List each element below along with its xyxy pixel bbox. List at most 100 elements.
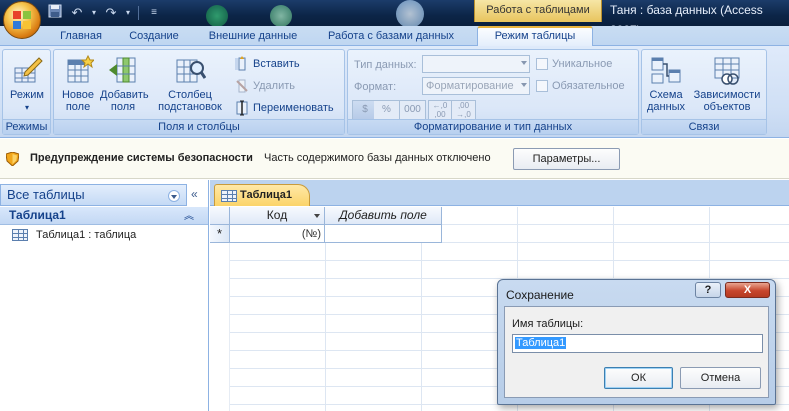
- quick-access-toolbar: ↶ ▾ ↷ ▾ ≡: [46, 3, 163, 23]
- column-header-id[interactable]: Код: [230, 207, 325, 225]
- nav-pane-header[interactable]: Все таблицы: [0, 184, 187, 206]
- group-fields-columns: Новое поле Добавить поля Столбец подстан…: [53, 49, 345, 135]
- column-header-label: Код: [266, 208, 288, 222]
- currency-icon: $: [362, 104, 368, 115]
- security-warning-bar: Предупреждение системы безопасности Част…: [0, 139, 789, 179]
- increase-decimals-icon: ←,0 ,00: [432, 101, 448, 119]
- group-label-format: Форматирование и тип данных: [348, 119, 638, 134]
- security-warning-message: Часть содержимого базы данных отключено: [264, 152, 491, 164]
- required-label: Обязательное: [552, 80, 625, 92]
- decrease-decimals-button[interactable]: ,00 →,0: [452, 100, 476, 120]
- office-button[interactable]: [3, 1, 41, 39]
- undo-icon[interactable]: ↶: [68, 4, 86, 22]
- percent-format-button[interactable]: %: [374, 100, 400, 120]
- save-icon[interactable]: [46, 4, 64, 22]
- group-format-datatype: Тип данных: Формат: Форматирование Уника…: [347, 49, 639, 135]
- delete-column-icon: [236, 79, 248, 93]
- percent-icon: %: [382, 104, 391, 115]
- checkbox-box: [536, 80, 548, 92]
- group-label-relationships: Связи: [642, 119, 766, 134]
- view-mode-button[interactable]: Режим ▾: [6, 54, 48, 114]
- rename-column-button[interactable]: Переименовать: [234, 99, 334, 117]
- lookup-column-label-2: подстановок: [158, 101, 222, 113]
- group-label-fields: Поля и столбцы: [54, 119, 344, 134]
- column-header-add-field[interactable]: Добавить поле: [325, 207, 442, 225]
- format-label: Формат:: [354, 81, 397, 93]
- thousands-format-button[interactable]: 000: [400, 100, 426, 120]
- new-row-add-field-cell[interactable]: [325, 225, 442, 243]
- table-name-input[interactable]: Таблица1: [512, 334, 763, 353]
- chevron-down-icon[interactable]: [314, 214, 320, 218]
- insert-column-button[interactable]: Вставить: [234, 55, 300, 73]
- collapse-group-icon[interactable]: ︽: [184, 208, 194, 225]
- decrease-decimals-icon: ,00 →,0: [456, 101, 471, 119]
- table-name-label: Имя таблицы:: [512, 318, 584, 330]
- data-type-label: Тип данных:: [354, 59, 417, 71]
- background-blur-icon: [270, 5, 292, 27]
- chevron-down-icon: ▾: [24, 103, 29, 112]
- object-dependencies-label-1: Зависимости: [693, 89, 761, 101]
- dialog-body: Имя таблицы: Таблица1 ОК Отмена: [504, 306, 769, 398]
- redo-icon[interactable]: ↷: [102, 4, 120, 22]
- relationships-button[interactable]: Схема данных: [646, 54, 686, 113]
- object-dependencies-icon: [714, 57, 740, 85]
- customize-qat-icon[interactable]: ≡: [145, 4, 163, 22]
- help-button[interactable]: ?: [695, 282, 721, 298]
- add-fields-button[interactable]: Добавить поля: [100, 54, 149, 113]
- lookup-column-icon: [176, 59, 206, 83]
- nav-group-header[interactable]: Таблица1 ︽: [0, 207, 208, 225]
- required-checkbox[interactable]: Обязательное: [536, 80, 625, 92]
- add-fields-icon: [109, 57, 136, 83]
- tab-datasheet[interactable]: Режим таблицы: [477, 26, 593, 46]
- tab-create[interactable]: Создание: [126, 27, 182, 46]
- thousands-icon: 000: [404, 104, 421, 115]
- ok-button[interactable]: ОК: [604, 367, 673, 389]
- document-tab-table1[interactable]: Таблица1: [214, 184, 310, 206]
- object-dependencies-label-2: объектов: [703, 101, 751, 113]
- tab-database-tools[interactable]: Работа с базами данных: [325, 27, 457, 46]
- checkbox-box: [536, 58, 548, 70]
- delete-column-label: Удалить: [253, 80, 295, 92]
- delete-column-button[interactable]: Удалить: [234, 77, 295, 95]
- new-field-label-1: Новое: [61, 89, 95, 101]
- new-row-selector[interactable]: *: [210, 225, 230, 243]
- security-warning-title: Предупреждение системы безопасности: [30, 152, 253, 164]
- nav-collapse-icon[interactable]: «: [191, 187, 198, 201]
- rename-column-icon: [236, 100, 248, 116]
- select-all-corner[interactable]: [210, 207, 230, 225]
- ribbon-tabs: Главная Создание Внешние данные Работа с…: [0, 26, 789, 46]
- background-blur-icon: [206, 5, 228, 27]
- nav-menu-dropdown-icon[interactable]: [168, 190, 180, 202]
- group-modes: Режим ▾ Режимы: [2, 49, 51, 135]
- close-button[interactable]: X: [725, 282, 770, 298]
- unique-label: Уникальное: [552, 58, 613, 70]
- column-header-label: Добавить поле: [339, 208, 427, 222]
- row-selector-column: [210, 243, 230, 411]
- object-dependencies-button[interactable]: Зависимости объектов: [690, 54, 764, 113]
- datasheet-view-icon: [14, 57, 43, 83]
- qat-separator: [138, 6, 139, 20]
- new-field-button[interactable]: Новое поле: [58, 54, 98, 113]
- increase-decimals-button[interactable]: ←,0 ,00: [428, 100, 452, 120]
- new-field-label-2: поле: [65, 101, 91, 113]
- cancel-button[interactable]: Отмена: [680, 367, 761, 389]
- insert-column-label: Вставить: [253, 58, 300, 70]
- tab-external-data[interactable]: Внешние данные: [205, 27, 301, 46]
- group-relationships: Схема данных Зависимости объектов Связи: [641, 49, 767, 135]
- relationships-label-1: Схема: [649, 89, 683, 101]
- nav-item-table[interactable]: Таблица1 : таблица: [12, 229, 136, 241]
- unique-checkbox[interactable]: Уникальное: [536, 58, 612, 70]
- lookup-column-button[interactable]: Столбец подстановок: [150, 54, 230, 113]
- new-row-id-cell[interactable]: (№): [230, 225, 325, 243]
- undo-dropdown-icon[interactable]: ▾: [90, 4, 98, 22]
- datasheet-header-row: Код Добавить поле: [210, 207, 442, 225]
- data-type-combo[interactable]: [422, 55, 530, 73]
- save-dialog: Сохранение ? X Имя таблицы: Таблица1 ОК …: [497, 279, 776, 405]
- redo-dropdown-icon[interactable]: ▾: [124, 4, 132, 22]
- shield-warning-icon: [6, 152, 19, 166]
- security-options-button[interactable]: Параметры...: [513, 148, 620, 170]
- window-title: Таня : база данных (Access 2007): [610, 3, 763, 37]
- rename-column-label: Переименовать: [253, 102, 334, 114]
- tab-home[interactable]: Главная: [58, 27, 104, 46]
- format-combo[interactable]: Форматирование: [422, 77, 530, 95]
